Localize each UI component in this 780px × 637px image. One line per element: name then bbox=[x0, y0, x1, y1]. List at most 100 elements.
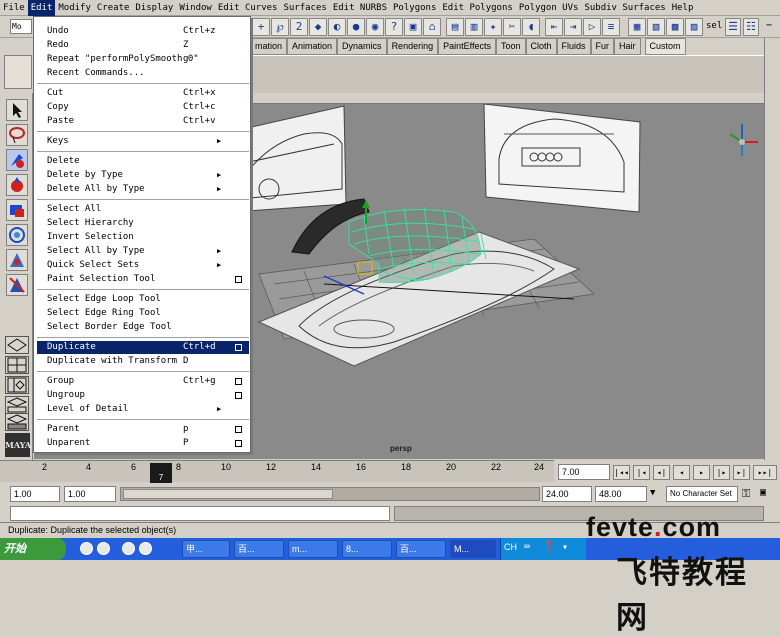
language-indicator[interactable]: CH bbox=[504, 542, 517, 552]
shelf-scroll-widget[interactable] bbox=[4, 55, 32, 89]
current-time-field[interactable]: 7.00 bbox=[558, 464, 610, 480]
taskbar-item-folder[interactable]: 甲... bbox=[182, 540, 230, 558]
menu-item-duplicate-with-transform[interactable]: Duplicate with Transform D bbox=[37, 355, 249, 368]
tab-fluids[interactable]: Fluids bbox=[556, 38, 591, 55]
menu-item-invert-selection[interactable]: Invert Selection bbox=[37, 231, 249, 244]
options-tray-icon[interactable]: ▾ bbox=[562, 542, 568, 553]
go-to-end-icon[interactable]: ▸▸| bbox=[753, 465, 777, 480]
menu-display[interactable]: Display bbox=[132, 0, 176, 16]
end-time-field[interactable]: 48.00 bbox=[595, 486, 647, 502]
menu-edit-nurbs[interactable]: Edit NURBS bbox=[330, 0, 390, 16]
menu-item-level-of-detail[interactable]: Level of Detail ▶ bbox=[37, 403, 249, 416]
render-frame-icon[interactable]: ▤ bbox=[446, 18, 464, 36]
menu-help[interactable]: Help bbox=[669, 0, 697, 16]
layout-hypershade-icon[interactable] bbox=[5, 413, 29, 431]
snap-grid-icon[interactable]: ◆ bbox=[309, 18, 327, 36]
step-back-key-icon[interactable]: |◂ bbox=[633, 465, 650, 480]
tab-dynamics[interactable]: Dynamics bbox=[337, 38, 387, 55]
character-dropdown-arrow-icon[interactable]: ▼ bbox=[650, 488, 655, 498]
menu-window[interactable]: Window bbox=[176, 0, 215, 16]
time-slider[interactable]: 2 4 6 8 10 12 14 16 18 20 22 24 7 bbox=[34, 460, 554, 483]
menu-item-repeat[interactable]: Repeat "performPolySmooth 0" g bbox=[37, 53, 249, 66]
help-icon[interactable]: ? bbox=[385, 18, 403, 36]
channel-box-icon[interactable]: ▨ bbox=[685, 18, 703, 36]
graph-editor-icon[interactable]: ▧ bbox=[647, 18, 665, 36]
ipr-icon[interactable]: ▥ bbox=[465, 18, 483, 36]
menu-create[interactable]: Create bbox=[94, 0, 133, 16]
manipulator-tool-icon[interactable] bbox=[6, 249, 28, 271]
menu-item-select-edge-loop[interactable]: Select Edge Loop Tool bbox=[37, 293, 249, 306]
anim-prefs-icon[interactable]: ▣ bbox=[760, 487, 766, 498]
menu-item-group[interactable]: Group Ctrl+g bbox=[37, 375, 249, 388]
layout-persp-outliner-icon[interactable] bbox=[5, 376, 29, 394]
script-icon[interactable]: ≡ bbox=[602, 18, 620, 36]
tab-cloth[interactable]: Cloth bbox=[525, 38, 557, 55]
menu-item-select-all[interactable]: Select All bbox=[37, 203, 249, 216]
paint-select-tool-icon[interactable] bbox=[6, 149, 28, 171]
shelf-editor-icon[interactable]: ▦ bbox=[628, 18, 646, 36]
menu-polygons[interactable]: Polygons bbox=[390, 0, 439, 16]
tab-hair[interactable]: Hair bbox=[614, 38, 641, 55]
menu-item-paint-selection-tool[interactable]: Paint Selection Tool bbox=[37, 273, 249, 286]
plus-icon[interactable]: + bbox=[252, 18, 270, 36]
menu-item-cut[interactable]: Cut Ctrl+x bbox=[37, 87, 249, 100]
menu-surfaces[interactable]: Surfaces bbox=[280, 0, 329, 16]
menu-polygon-uvs[interactable]: Polygon UVs bbox=[516, 0, 582, 16]
menu-subdiv-surfaces[interactable]: Subdiv Surfaces bbox=[581, 0, 668, 16]
taskbar-item-baidu[interactable]: 百... bbox=[234, 540, 284, 558]
menu-item-delete[interactable]: Delete bbox=[37, 155, 249, 168]
menu-edit-polygons[interactable]: Edit Polygons bbox=[439, 0, 515, 16]
taskbar-item-maya[interactable]: M... bbox=[450, 540, 496, 558]
scale-tool-icon[interactable] bbox=[6, 224, 28, 246]
play-backward-icon[interactable]: ◂ bbox=[673, 465, 690, 480]
last-tool-icon[interactable] bbox=[6, 274, 28, 296]
quicklaunch-desktop-icon[interactable] bbox=[139, 542, 152, 555]
selection-mask-icon[interactable]: ☰ bbox=[725, 18, 741, 36]
quicklaunch-ie-icon[interactable] bbox=[97, 542, 110, 555]
step-forward-frame-icon[interactable]: |▸ bbox=[713, 465, 730, 480]
quicklaunch-explorer-icon[interactable] bbox=[122, 542, 135, 555]
lasso-icon[interactable]: ℘ bbox=[271, 18, 289, 36]
menu-item-ungroup[interactable]: Ungroup bbox=[37, 389, 249, 402]
render-sphere-icon[interactable]: ◉ bbox=[366, 18, 384, 36]
menu-item-keys[interactable]: Keys ▶ bbox=[37, 135, 249, 148]
start-time-field[interactable]: 1.00 bbox=[10, 486, 60, 502]
current-frame-marker[interactable]: 7 bbox=[150, 463, 172, 483]
render-globals-icon[interactable]: ✦ bbox=[484, 18, 502, 36]
tab-fur[interactable]: Fur bbox=[590, 38, 615, 55]
go-to-start-icon[interactable]: |◂◂ bbox=[613, 465, 630, 480]
menu-file[interactable]: File bbox=[0, 0, 28, 16]
character-set-field[interactable]: No Character Set bbox=[666, 486, 738, 502]
menu-item-copy[interactable]: Copy Ctrl+c bbox=[37, 101, 249, 114]
menu-item-select-all-by-type[interactable]: Select All by Type ▶ bbox=[37, 245, 249, 258]
menu-item-unparent[interactable]: Unparent P bbox=[37, 437, 249, 450]
rotate-tool-icon[interactable] bbox=[6, 199, 28, 221]
select-tool-icon[interactable] bbox=[6, 99, 28, 121]
curve-icon[interactable]: 2 bbox=[290, 18, 308, 36]
tab-mation[interactable]: mation bbox=[250, 38, 288, 55]
menu-item-parent[interactable]: Parent p bbox=[37, 423, 249, 436]
taskbar-item-m[interactable]: m... bbox=[288, 540, 338, 558]
quicklaunch-media-icon[interactable] bbox=[80, 542, 93, 555]
menu-item-redo[interactable]: Redo Z bbox=[37, 39, 249, 52]
output-icon[interactable]: ⇥ bbox=[564, 18, 582, 36]
tab-toon[interactable]: Toon bbox=[495, 38, 526, 55]
step-forward-key-icon[interactable]: ▸| bbox=[733, 465, 750, 480]
move-tool-icon[interactable] bbox=[6, 174, 28, 196]
lasso-tool-icon[interactable] bbox=[6, 124, 28, 146]
range-slider-thumb[interactable] bbox=[123, 489, 333, 499]
menu-item-select-border-edge[interactable]: Select Border Edge Tool bbox=[37, 321, 249, 334]
layout-single-icon[interactable] bbox=[5, 336, 29, 354]
menu-item-delete-all-by-type[interactable]: Delete All by Type ▶ bbox=[37, 183, 249, 196]
mode-field[interactable]: Mo bbox=[10, 19, 32, 34]
menu-item-delete-by-type[interactable]: Delete by Type ▶ bbox=[37, 169, 249, 182]
step-back-frame-icon[interactable]: ◂| bbox=[653, 465, 670, 480]
range-slider[interactable] bbox=[120, 487, 540, 501]
rename-icon[interactable]: ▷ bbox=[583, 18, 601, 36]
keyboard-icon[interactable]: ⌨ bbox=[524, 542, 530, 553]
construction-icon[interactable]: ⌂ bbox=[423, 18, 441, 36]
menu-item-undo[interactable]: Undo Ctrl+z bbox=[37, 25, 249, 38]
tab-painteffects[interactable]: PaintEffects bbox=[438, 38, 496, 55]
playback-end-field[interactable]: 24.00 bbox=[542, 486, 592, 502]
snap-curve-icon[interactable]: ◐ bbox=[328, 18, 346, 36]
